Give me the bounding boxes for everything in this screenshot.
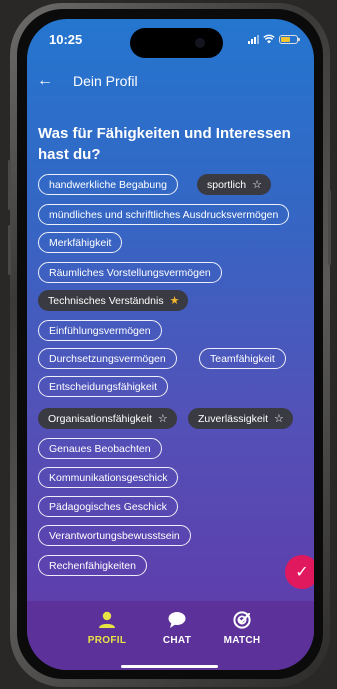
skill-chip-label: Kommunikationsgeschick — [49, 471, 168, 484]
skill-chip-label: Teamfähigkeit — [210, 352, 275, 365]
chat-bubble-icon — [168, 612, 186, 628]
target-check-icon — [233, 611, 251, 629]
skill-chip[interactable]: Räumliches Vorstellungsvermögen — [38, 262, 222, 283]
phone-power-button — [328, 190, 331, 265]
app-bar: ← Dein Profil — [27, 72, 314, 92]
skill-chip-label: mündliches und schriftliches Ausdrucksve… — [49, 208, 279, 221]
skill-chip[interactable]: Teamfähigkeit — [199, 348, 286, 369]
skill-chip[interactable]: Entscheidungsfähigkeit — [38, 376, 168, 397]
wifi-icon — [263, 34, 275, 44]
star-outline-icon[interactable]: ☆ — [252, 178, 262, 191]
skill-chip-label: Genaues Beobachten — [49, 442, 151, 455]
star-outline-icon[interactable]: ☆ — [274, 412, 284, 425]
skill-chip[interactable]: Rechenfähigkeiten — [38, 555, 147, 576]
nav-profil[interactable]: PROFIL — [77, 611, 137, 646]
page-title: Dein Profil — [73, 73, 138, 89]
skill-chip[interactable]: Pädagogisches Geschick — [38, 496, 178, 517]
skill-chip[interactable]: Einfühlungsvermögen — [38, 320, 162, 341]
skill-chip[interactable]: sportlich ☆ — [197, 174, 271, 195]
status-icons — [248, 34, 300, 44]
person-icon — [99, 611, 115, 628]
skill-chip-label: Entscheidungsfähigkeit — [49, 380, 157, 393]
back-arrow-icon[interactable]: ← — [37, 72, 53, 90]
skill-chip[interactable]: mündliches und schriftliches Ausdrucksve… — [38, 204, 290, 225]
nav-label-profil: PROFIL — [87, 635, 127, 646]
skill-chip[interactable]: handwerkliche Begabung — [38, 174, 178, 195]
skill-chip[interactable]: Zuverlässigkeit ☆ — [188, 408, 293, 429]
skill-chip[interactable]: Durchsetzungsvermögen — [38, 348, 177, 369]
status-time: 10:25 — [49, 32, 83, 47]
app-screen: 10:25 ← Dein Profil Was für Fähigkeiten … — [27, 19, 314, 670]
signal-icon — [248, 34, 259, 44]
nav-label-match: MATCH — [223, 635, 261, 646]
phone-side-button — [8, 160, 11, 210]
skill-chip[interactable]: Organisationsfähigkeit ☆ — [38, 408, 177, 429]
star-outline-icon[interactable]: ☆ — [158, 412, 168, 425]
skill-chip[interactable]: Verantwortungsbewusstsein — [38, 525, 191, 546]
confirm-button[interactable]: ✓ — [285, 555, 314, 589]
dynamic-island — [130, 28, 223, 58]
camera-dot — [195, 38, 205, 48]
home-indicator — [121, 665, 218, 668]
skill-chip-label: Durchsetzungsvermögen — [49, 352, 166, 365]
star-filled-icon[interactable]: ★ — [170, 294, 180, 307]
battery-icon — [279, 34, 300, 44]
skill-chip-label: Organisationsfähigkeit — [48, 412, 152, 425]
skill-chip-label: Zuverlässigkeit — [198, 412, 269, 425]
skill-chip-label: Verantwortungsbewusstsein — [49, 529, 180, 542]
skill-chip-label: handwerkliche Begabung — [49, 178, 167, 191]
skill-chip-label: sportlich — [207, 178, 247, 191]
phone-side-button — [8, 225, 11, 275]
check-icon: ✓ — [295, 564, 309, 581]
nav-label-chat: CHAT — [162, 635, 192, 646]
nav-match[interactable]: MATCH — [212, 611, 272, 646]
skill-chip-label: Technisches Verständnis — [48, 294, 164, 307]
skill-chip[interactable]: Genaues Beobachten — [38, 438, 162, 459]
skill-chip-label: Merkfähigkeit — [49, 236, 112, 249]
skill-chip-label: Einfühlungsvermögen — [49, 324, 151, 337]
bottom-nav: PROFIL CHAT MATCH — [27, 601, 314, 670]
skill-chip[interactable]: Kommunikationsgeschick — [38, 467, 179, 488]
skill-chip-label: Rechenfähigkeiten — [49, 559, 136, 572]
skill-chip-label: Räumliches Vorstellungsvermögen — [49, 266, 211, 279]
skill-chip-label: Pädagogisches Geschick — [49, 500, 167, 513]
question-heading: Was für Fähigkeiten und Interessen hast … — [38, 125, 291, 163]
nav-chat[interactable]: CHAT — [147, 611, 207, 646]
skill-chip[interactable]: Merkfähigkeit — [38, 232, 123, 253]
skill-chip[interactable]: Technisches Verständnis ★ — [38, 290, 189, 311]
